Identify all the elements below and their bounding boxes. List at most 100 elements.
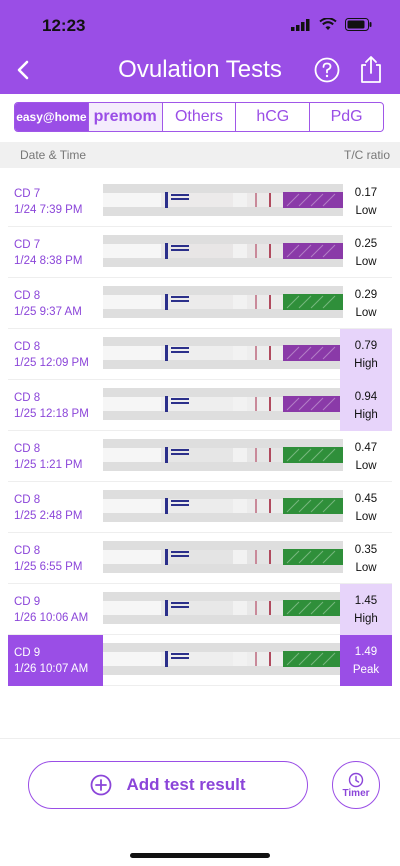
ratio-value: 0.29 <box>354 289 378 301</box>
fertility-level: High <box>354 613 378 625</box>
result-row[interactable]: CD 7 1/24 8:38 PM 0.25 Low <box>8 227 392 278</box>
divider <box>0 738 400 739</box>
fertility-level: Low <box>355 256 377 268</box>
tab-easy-at-home[interactable]: easy@home <box>15 103 88 131</box>
tc-ratio-cell: 0.45 Low <box>340 482 392 533</box>
fertility-level: Peak <box>352 664 380 676</box>
cycle-day-label: CD 8 <box>14 392 41 404</box>
ratio-value: 0.17 <box>354 187 378 199</box>
ratio-value: 0.45 <box>354 493 378 505</box>
test-strip-image <box>103 439 343 471</box>
cycle-day-label: CD 8 <box>14 494 41 506</box>
test-strip-image <box>103 541 343 573</box>
timer-label: Timer <box>342 787 370 799</box>
test-datetime-label: 1/24 8:38 PM <box>14 255 83 267</box>
test-datetime-label: 1/24 7:39 PM <box>14 204 83 216</box>
test-datetime-label: 1/26 10:07 AM <box>14 663 89 675</box>
fertility-level: Low <box>355 307 377 319</box>
result-date-time: CD 9 1/26 10:06 AM <box>8 584 103 635</box>
result-row[interactable]: CD 8 1/25 12:09 PM 0.79 High <box>8 329 392 380</box>
test-datetime-label: 1/25 9:37 AM <box>14 306 82 318</box>
cycle-day-label: CD 8 <box>14 290 41 302</box>
date-column-label: Date & Time <box>20 148 87 162</box>
tab-pdg[interactable]: PdG <box>309 103 383 131</box>
test-strip-image <box>103 643 343 675</box>
cycle-day-label: CD 9 <box>14 596 41 608</box>
test-strip-image <box>103 337 343 369</box>
ratio-value: 0.35 <box>354 544 378 556</box>
tc-ratio-cell: 0.94 High <box>340 380 392 431</box>
result-row[interactable]: CD 8 1/25 12:18 PM 0.94 High <box>8 380 392 431</box>
test-results-list: CD 7 1/24 7:39 PM 0.17 Low CD 7 1/24 8:38 PM 0… <box>8 176 392 686</box>
brand-tabs: easy@home premom Others hCG PdG <box>14 102 384 132</box>
result-row[interactable]: CD 8 1/25 9:37 AM 0.29 Low <box>8 278 392 329</box>
tc-ratio-cell: 0.47 Low <box>340 431 392 482</box>
cycle-day-label: CD 9 <box>14 647 41 659</box>
tc-ratio-cell: 1.45 High <box>340 584 392 635</box>
add-test-result-label: Add test result <box>126 775 246 794</box>
result-date-time: CD 9 1/26 10:07 AM <box>8 635 103 686</box>
brand-tabs-bar: easy@home premom Others hCG PdG <box>0 94 400 142</box>
timer-button[interactable]: Timer <box>332 761 380 809</box>
result-date-time: CD 8 1/25 6:55 PM <box>8 533 103 584</box>
fertility-level: High <box>354 358 378 370</box>
result-date-time: CD 8 1/25 1:21 PM <box>8 431 103 482</box>
add-circle-icon <box>91 774 112 796</box>
ratio-column-label: T/C ratio <box>343 148 390 162</box>
help-icon[interactable] <box>314 57 340 83</box>
test-datetime-label: 1/25 12:18 PM <box>14 408 89 420</box>
fertility-level: Low <box>355 205 377 217</box>
tc-ratio-cell: 0.35 Low <box>340 533 392 584</box>
status-bar: 12:23 <box>0 0 400 48</box>
page-title: Ovulation Tests <box>118 56 282 83</box>
fertility-level: Low <box>355 511 377 523</box>
ratio-value: 1.49 <box>354 646 378 658</box>
result-row[interactable]: CD 7 1/24 7:39 PM 0.17 Low <box>8 176 392 227</box>
test-datetime-label: 1/25 6:55 PM <box>14 561 83 573</box>
result-row[interactable]: CD 9 1/26 10:06 AM 1.45 High <box>8 584 392 635</box>
result-row[interactable]: CD 8 1/25 6:55 PM 0.35 Low <box>8 533 392 584</box>
test-datetime-label: 1/25 2:48 PM <box>14 510 83 522</box>
clock-icon <box>348 772 364 787</box>
ratio-value: 0.94 <box>354 391 378 403</box>
test-strip-image <box>103 286 343 318</box>
test-datetime-label: 1/25 1:21 PM <box>14 459 83 471</box>
wifi-icon <box>319 18 337 30</box>
tab-hcg[interactable]: hCG <box>235 103 309 131</box>
ratio-value: 0.47 <box>354 442 378 454</box>
signal-icon <box>291 18 310 31</box>
result-row[interactable]: CD 8 1/25 2:48 PM 0.45 Low <box>8 482 392 533</box>
cycle-day-label: CD 7 <box>14 188 41 200</box>
tab-others[interactable]: Others <box>161 103 236 131</box>
cycle-day-label: CD 8 <box>14 341 41 353</box>
cycle-day-label: CD 7 <box>14 239 41 251</box>
cycle-day-label: CD 8 <box>14 443 41 455</box>
result-date-time: CD 8 1/25 12:09 PM <box>8 329 103 380</box>
tc-ratio-cell: 0.79 High <box>340 329 392 380</box>
column-header: Date & Time T/C ratio <box>0 142 400 168</box>
fertility-level: Low <box>355 460 377 472</box>
result-row[interactable]: CD 8 1/25 1:21 PM 0.47 Low <box>8 431 392 482</box>
test-strip-image <box>103 184 343 216</box>
fertility-level: High <box>354 409 378 421</box>
home-indicator <box>130 853 270 858</box>
result-date-time: CD 8 1/25 9:37 AM <box>8 278 103 329</box>
result-date-time: CD 8 1/25 2:48 PM <box>8 482 103 533</box>
tc-ratio-cell: 0.17 Low <box>340 176 392 227</box>
tc-ratio-cell: 0.29 Low <box>340 278 392 329</box>
ratio-value: 0.25 <box>354 238 378 250</box>
fertility-level: Low <box>355 562 377 574</box>
result-row[interactable]: CD 9 1/26 10:07 AM 1.49 Peak <box>8 635 392 686</box>
result-date-time: CD 7 1/24 7:39 PM <box>8 176 103 227</box>
share-icon[interactable] <box>358 54 384 84</box>
test-strip-image <box>103 235 343 267</box>
test-datetime-label: 1/25 12:09 PM <box>14 357 89 369</box>
add-test-result-button[interactable]: Add test result <box>28 761 308 809</box>
test-strip-image <box>103 592 343 624</box>
tc-ratio-cell: 1.49 Peak <box>340 635 392 686</box>
tab-premom[interactable]: premom <box>87 103 162 131</box>
tc-ratio-cell: 0.25 Low <box>340 227 392 278</box>
status-time: 12:23 <box>42 16 86 35</box>
result-date-time: CD 8 1/25 12:18 PM <box>8 380 103 431</box>
test-datetime-label: 1/26 10:06 AM <box>14 612 89 624</box>
